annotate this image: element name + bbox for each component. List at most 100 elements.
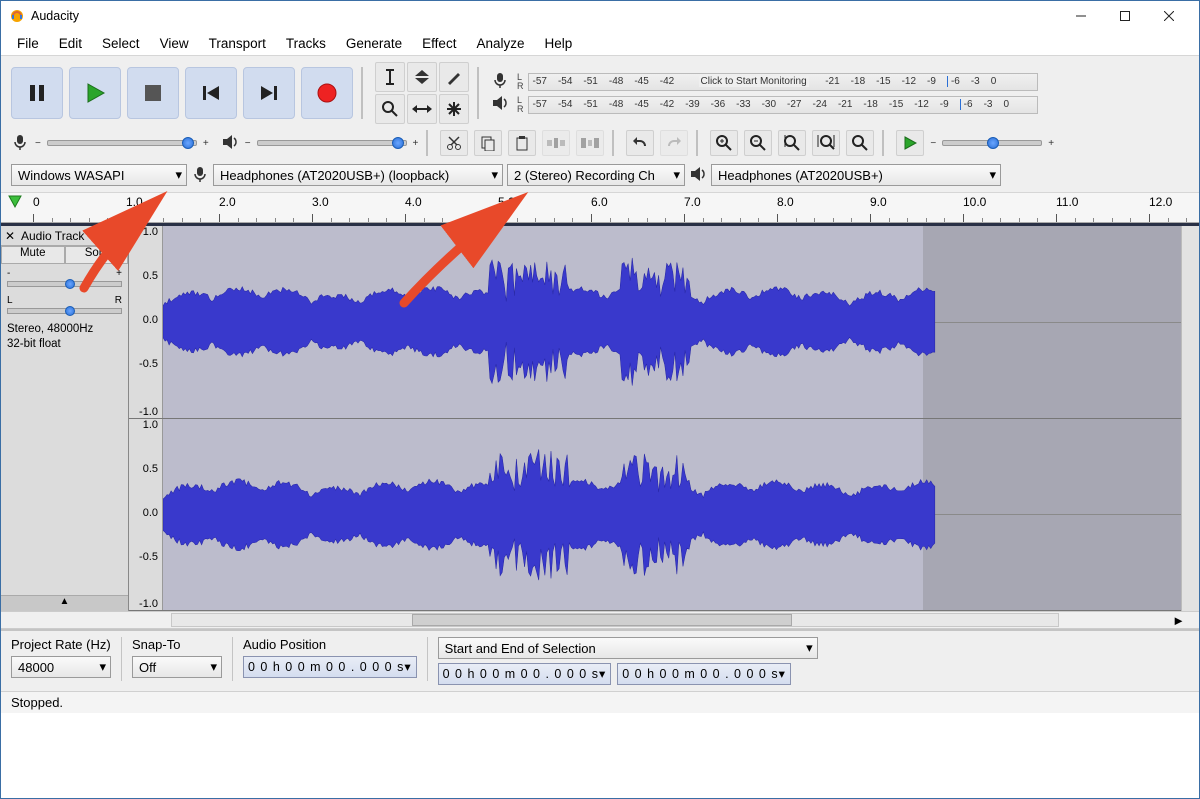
y-axis: 1.0 0.5 0.0 -0.5 -1.0 xyxy=(129,226,163,418)
play-vol-minus: − xyxy=(245,138,251,149)
paste-button[interactable] xyxy=(508,130,536,156)
menu-effect[interactable]: Effect xyxy=(412,33,466,54)
multi-tool-button[interactable] xyxy=(439,94,469,124)
snap-to-dropdown[interactable]: Off▾ xyxy=(132,656,222,678)
zoom-out-button[interactable] xyxy=(744,130,772,156)
track-close-button[interactable]: ✕ xyxy=(1,229,19,243)
copy-button[interactable] xyxy=(474,130,502,156)
redo-button[interactable] xyxy=(660,130,688,156)
speaker-slider-icon xyxy=(221,133,239,154)
menu-generate[interactable]: Generate xyxy=(336,33,412,54)
speaker-device-icon xyxy=(689,165,707,186)
project-rate-label: Project Rate (Hz) xyxy=(11,637,111,652)
selection-mode-dropdown[interactable]: Start and End of Selection▾ xyxy=(438,637,818,659)
menu-tracks[interactable]: Tracks xyxy=(276,33,336,54)
mute-button[interactable]: Mute xyxy=(1,246,65,264)
mic-device-icon xyxy=(191,165,209,186)
track-name[interactable]: Audio Track xyxy=(19,229,114,243)
playback-device-value: Headphones (AT2020USB+) xyxy=(718,168,883,183)
meter-start-monitoring[interactable]: Click to Start Monitoring xyxy=(699,76,809,87)
play-vol-plus: + xyxy=(413,138,419,149)
track-pan-slider[interactable] xyxy=(7,308,122,314)
silence-button[interactable] xyxy=(576,130,604,156)
maximize-button[interactable] xyxy=(1103,2,1147,30)
chevron-down-icon: ▾ xyxy=(491,167,498,183)
draw-tool-button[interactable] xyxy=(439,62,469,92)
project-rate-dropdown[interactable]: 48000▾ xyxy=(11,656,111,678)
fit-selection-button[interactable] xyxy=(778,130,806,156)
selection-start-field[interactable]: 0 0 h 0 0 m 0 0 . 0 0 0 s▾ xyxy=(438,663,612,685)
vertical-scrollbar[interactable] xyxy=(1181,226,1199,611)
status-bar: Stopped. xyxy=(1,691,1199,713)
cut-button[interactable] xyxy=(440,130,468,156)
recording-channels-dropdown[interactable]: 2 (Stereo) Recording Ch ▾ xyxy=(507,164,685,186)
chevron-down-icon: ▾ xyxy=(673,167,680,183)
recording-channels-value: 2 (Stereo) Recording Ch xyxy=(514,168,655,183)
mic-icon[interactable] xyxy=(491,71,513,92)
pin-icon[interactable] xyxy=(8,195,22,209)
rec-vol-minus: − xyxy=(35,138,41,149)
record-button[interactable] xyxy=(301,67,353,119)
solo-button[interactable]: Solo xyxy=(65,246,129,264)
menu-select[interactable]: Select xyxy=(92,33,150,54)
stop-button[interactable] xyxy=(127,67,179,119)
window-title: Audacity xyxy=(31,9,1059,23)
play-at-speed-button[interactable] xyxy=(896,130,924,156)
undo-button[interactable] xyxy=(626,130,654,156)
timeshift-tool-button[interactable] xyxy=(407,94,437,124)
trim-button[interactable] xyxy=(542,130,570,156)
title-bar: Audacity xyxy=(1,1,1199,31)
track-collapse-button[interactable]: ▲ xyxy=(1,595,128,611)
track-menu-button[interactable]: ▼ xyxy=(114,230,128,241)
zoom-tool-button[interactable] xyxy=(375,94,405,124)
track-control-panel: ✕ Audio Track ▼ Mute Solo -+ LR Stereo, … xyxy=(1,226,129,611)
zoom-in-button[interactable] xyxy=(710,130,738,156)
play-speed-slider[interactable] xyxy=(942,140,1042,146)
close-button[interactable] xyxy=(1147,2,1191,30)
track-gain-slider[interactable] xyxy=(7,281,122,287)
menu-edit[interactable]: Edit xyxy=(49,33,92,54)
selection-end-field[interactable]: 0 0 h 0 0 m 0 0 . 0 0 0 s▾ xyxy=(617,663,791,685)
playback-device-dropdown[interactable]: Headphones (AT2020USB+) ▾ xyxy=(711,164,1001,186)
menu-transport[interactable]: Transport xyxy=(199,33,276,54)
recording-meter[interactable]: -57-54-51-48-45-42 Click to Start Monito… xyxy=(528,73,1038,91)
play-meter-lr: LR xyxy=(517,96,524,114)
chevron-down-icon: ▾ xyxy=(989,167,996,183)
waveform-left-channel[interactable]: 1.0 0.5 0.0 -0.5 -1.0 xyxy=(129,226,1199,419)
audio-host-dropdown[interactable]: Windows WASAPI ▾ xyxy=(11,164,187,186)
recording-volume-slider[interactable] xyxy=(47,140,197,146)
selection-tool-button[interactable] xyxy=(375,62,405,92)
skip-start-button[interactable] xyxy=(185,67,237,119)
envelope-tool-button[interactable] xyxy=(407,62,437,92)
track-area: ✕ Audio Track ▼ Mute Solo -+ LR Stereo, … xyxy=(1,223,1199,611)
audio-position-field[interactable]: 0 0 h 0 0 m 0 0 . 0 0 0 s▾ xyxy=(243,656,417,678)
menu-help[interactable]: Help xyxy=(534,33,582,54)
play-button[interactable] xyxy=(69,67,121,119)
snap-to-label: Snap-To xyxy=(132,637,222,652)
menu-file[interactable]: File xyxy=(7,33,49,54)
recording-device-dropdown[interactable]: Headphones (AT2020USB+) (loopback) ▾ xyxy=(213,164,503,186)
rec-vol-plus: + xyxy=(203,138,209,149)
menu-view[interactable]: View xyxy=(150,33,199,54)
chevron-down-icon: ▾ xyxy=(175,167,182,183)
selection-toolbar: Project Rate (Hz) 48000▾ Snap-To Off▾ Au… xyxy=(1,629,1199,691)
pause-button[interactable] xyxy=(11,67,63,119)
minimize-button[interactable] xyxy=(1059,2,1103,30)
audio-host-value: Windows WASAPI xyxy=(18,168,124,183)
waveform-right-channel[interactable]: 1.0 0.5 0.0 -0.5 -1.0 xyxy=(129,419,1199,612)
skip-end-button[interactable] xyxy=(243,67,295,119)
y-axis: 1.0 0.5 0.0 -0.5 -1.0 xyxy=(129,419,163,611)
status-text: Stopped. xyxy=(11,695,63,710)
speaker-icon[interactable] xyxy=(491,94,513,115)
rec-meter-lr: LR xyxy=(517,73,524,91)
zoom-toggle-button[interactable] xyxy=(846,130,874,156)
timeline-ruler[interactable]: 01.02.03.04.05.06.07.08.09.010.011.012.0 xyxy=(1,193,1199,223)
fit-project-button[interactable] xyxy=(812,130,840,156)
track-info: Stereo, 48000Hz 32-bit float xyxy=(1,318,128,356)
playback-volume-slider[interactable] xyxy=(257,140,407,146)
menu-bar: File Edit Select View Transport Tracks G… xyxy=(1,31,1199,55)
mic-slider-icon xyxy=(11,133,29,154)
horizontal-scrollbar[interactable]: ◄ ► xyxy=(1,611,1199,629)
playback-meter[interactable]: -57-54-51-48-45-42-39-36-33-30-27-24-21-… xyxy=(528,96,1038,114)
menu-analyze[interactable]: Analyze xyxy=(466,33,534,54)
